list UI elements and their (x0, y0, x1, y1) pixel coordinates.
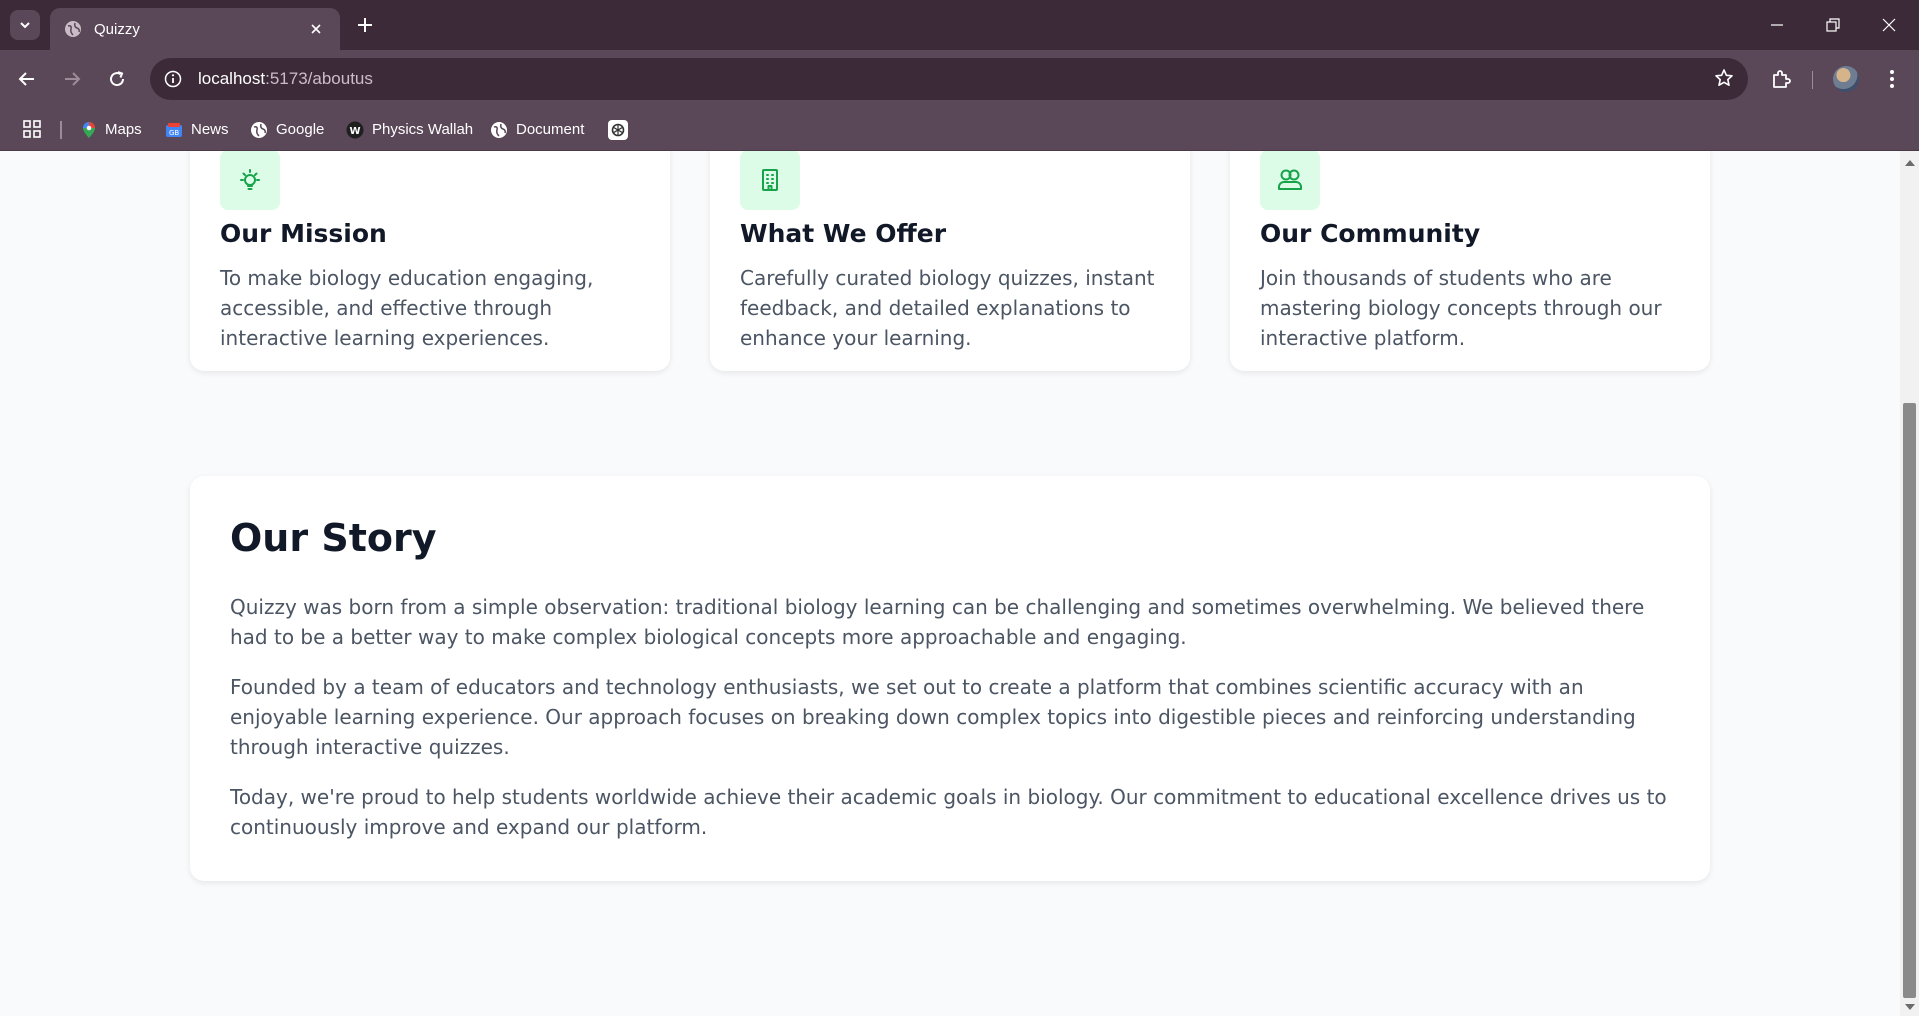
scrollbar-thumb[interactable] (1903, 403, 1916, 998)
forward-button[interactable] (57, 64, 87, 94)
arrow-right-icon (65, 72, 81, 86)
our-story-section: Our Story Quizzy was born from a simple … (190, 476, 1710, 881)
lightbulb-icon (240, 169, 260, 190)
globe-icon (65, 21, 81, 37)
tab-title: Quizzy (94, 20, 140, 38)
bookmark-label: News (191, 121, 229, 138)
community-icon-box (1260, 151, 1320, 210)
svg-text:GB: GB (169, 129, 179, 137)
url-path: :5173/aboutus (265, 69, 373, 88)
bookmark-label: Document (516, 121, 585, 138)
arrow-left-icon (18, 72, 34, 86)
apps-grid-icon[interactable] (22, 119, 42, 139)
story-title: Our Story (230, 516, 437, 560)
page-scrollbar[interactable] (1900, 151, 1919, 1016)
card-description: To make biology education engaging, acce… (220, 266, 594, 350)
bookmark-label: Maps (105, 121, 142, 138)
building-icon (762, 169, 778, 191)
bookmark-chatgpt[interactable] (608, 108, 628, 151)
card-description: Carefully curated biology quizzes, insta… (740, 266, 1155, 350)
more-vertical-icon (1890, 70, 1894, 88)
address-bar[interactable]: localhost:5173/aboutus (150, 58, 1748, 100)
close-tab-icon[interactable] (306, 19, 326, 39)
bookmark-google[interactable]: Google (250, 108, 324, 151)
mission-card: Our Mission To make biology education en… (190, 151, 670, 371)
tab-search-button[interactable] (10, 10, 40, 40)
browser-toolbar: localhost:5173/aboutus (0, 50, 1919, 108)
restore-button[interactable] (1810, 8, 1856, 42)
puzzle-icon (1773, 70, 1791, 88)
restore-icon (1826, 18, 1840, 32)
profile-avatar[interactable] (1833, 66, 1859, 92)
physics-wallah-icon: W (346, 121, 364, 138)
story-paragraph: Founded by a team of educators and techn… (230, 675, 1636, 759)
chevron-down-icon (20, 22, 30, 29)
bookmark-label: Physics Wallah (372, 121, 474, 138)
info-icon[interactable] (164, 70, 182, 88)
url-host: localhost (198, 69, 266, 88)
story-paragraph: Today, we're proud to help students worl… (230, 785, 1667, 839)
mission-icon-box (220, 151, 280, 210)
bookmark-label: Google (276, 121, 325, 138)
bookmark-maps[interactable]: Maps (81, 108, 142, 151)
url-text: localhost:5173/aboutus (198, 69, 373, 89)
plus-icon (358, 18, 372, 32)
offer-card: What We Offer Carefully curated biology … (710, 151, 1190, 371)
page-viewport: Our Mission To make biology education en… (0, 151, 1900, 1016)
users-icon (1278, 169, 1302, 190)
tab-bar: Quizzy (0, 0, 1919, 50)
bookmark-physics-wallah[interactable]: W Physics Wallah (346, 108, 473, 151)
card-description: Join thousands of students who are maste… (1260, 266, 1662, 350)
minimize-button[interactable] (1754, 8, 1800, 42)
new-tab-button[interactable] (352, 12, 378, 38)
bookmarks-separator (60, 121, 62, 139)
card-title: What We Offer (740, 219, 947, 248)
offer-icon-box (740, 151, 800, 210)
bookmarks-bar: Maps GB News Google W Physics Wallah Doc… (0, 108, 1919, 151)
bookmark-star-icon[interactable] (1714, 68, 1734, 88)
openai-icon (608, 119, 628, 140)
toolbar-divider (1812, 71, 1813, 89)
news-icon: GB (166, 122, 182, 137)
close-window-button[interactable] (1866, 8, 1912, 42)
svg-text:W: W (350, 126, 361, 137)
reload-button[interactable] (102, 64, 132, 94)
story-paragraph: Quizzy was born from a simple observatio… (230, 595, 1645, 649)
reload-icon (110, 71, 125, 87)
active-tab[interactable]: Quizzy (50, 8, 340, 50)
close-icon (1882, 18, 1896, 32)
back-button[interactable] (12, 64, 42, 94)
bookmark-news[interactable]: GB News (165, 108, 229, 151)
scroll-up-arrow-icon[interactable] (1905, 160, 1915, 166)
browser-menu-button[interactable] (1880, 64, 1904, 94)
card-title: Our Mission (220, 219, 387, 248)
maps-icon (83, 121, 95, 138)
extensions-button[interactable] (1766, 64, 1796, 94)
bookmark-document[interactable]: Document (490, 108, 584, 151)
community-card: Our Community Join thousands of students… (1230, 151, 1710, 371)
minimize-icon (1771, 24, 1783, 26)
card-title: Our Community (1260, 219, 1481, 248)
globe-icon (491, 121, 507, 138)
globe-icon (251, 121, 267, 138)
scroll-down-arrow-icon[interactable] (1905, 1004, 1915, 1010)
